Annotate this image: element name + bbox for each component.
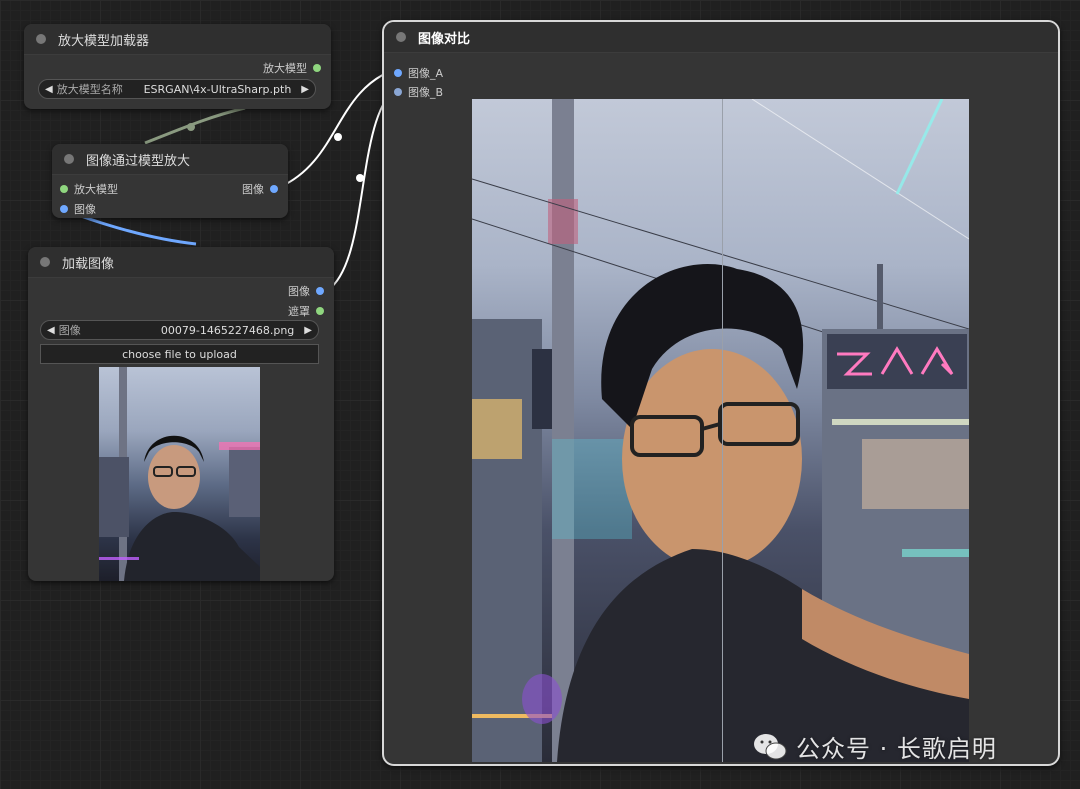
slot-label: 遮罩: [288, 305, 310, 318]
node-upscale-model-loader[interactable]: 放大模型加载器 放大模型 ◀ 放大模型名称 ESRGAN\4x-UltraSha…: [24, 24, 331, 109]
wechat-icon: [754, 733, 787, 759]
slot-label: 图像: [242, 183, 264, 196]
image-preview: [99, 367, 260, 581]
node-upscale-image-by-model[interactable]: 图像通过模型放大 放大模型 图像 图像: [52, 144, 288, 218]
output-slot-image[interactable]: 图像: [242, 181, 278, 197]
input-slot-model[interactable]: 放大模型: [60, 181, 118, 197]
wire-model: [144, 106, 246, 145]
port-dot-icon[interactable]: [394, 88, 402, 96]
compare-slider-line[interactable]: [722, 99, 723, 762]
collapse-dot-icon[interactable]: [36, 34, 46, 44]
choose-file-button[interactable]: choose file to upload: [40, 344, 319, 364]
comparison-image[interactable]: [472, 99, 969, 762]
portrait-thumbnail-graphic: [99, 367, 260, 581]
node-header[interactable]: 图像对比: [384, 22, 1058, 53]
collapse-dot-icon[interactable]: [40, 257, 50, 267]
node-title: 加载图像: [62, 256, 115, 272]
slot-label: 图像: [288, 285, 310, 298]
portrait-comparison-graphic: [472, 99, 969, 762]
node-title: 放大模型加载器: [58, 33, 150, 49]
right-arrow-icon[interactable]: ▶: [301, 84, 309, 95]
node-header[interactable]: 加载图像: [28, 247, 334, 278]
collapse-dot-icon[interactable]: [396, 32, 406, 42]
slot-label: 放大模型: [74, 183, 118, 196]
slot-label: 图像_B: [408, 86, 444, 99]
combo-value: ESRGAN\4x-UltraSharp.pth: [143, 82, 292, 96]
wire-image-to-upscale: [77, 213, 197, 246]
slot-label: 图像: [74, 203, 96, 216]
node-load-image[interactable]: 加载图像 图像 遮罩 ◀ 图像 00079-1465227468.png ▶ c…: [28, 247, 334, 581]
output-slot-model[interactable]: 放大模型: [263, 60, 321, 76]
model-name-combo[interactable]: ◀ 放大模型名称 ESRGAN\4x-UltraSharp.pth ▶: [38, 79, 316, 99]
wire-a-midpoint: [334, 133, 342, 141]
combo-label: 图像: [58, 324, 81, 337]
collapse-dot-icon[interactable]: [64, 154, 74, 164]
output-slot-image[interactable]: 图像: [288, 283, 324, 299]
combo-value: 00079-1465227468.png: [160, 323, 295, 337]
node-title: 图像通过模型放大: [86, 153, 191, 169]
input-slot-image[interactable]: 图像: [60, 201, 96, 217]
port-dot-icon[interactable]: [316, 287, 324, 295]
slot-label: 图像_A: [408, 67, 444, 80]
port-dot-icon[interactable]: [60, 185, 68, 193]
node-header[interactable]: 图像通过模型放大: [52, 144, 288, 175]
node-header[interactable]: 放大模型加载器: [24, 24, 331, 55]
right-arrow-icon[interactable]: ▶: [304, 325, 312, 336]
port-dot-icon[interactable]: [60, 205, 68, 213]
node-image-compare[interactable]: 图像对比 图像_A 图像_B: [382, 20, 1060, 766]
input-slot-image-a[interactable]: 图像_A: [394, 65, 443, 81]
left-arrow-icon[interactable]: ◀: [47, 325, 55, 336]
wire-b-midpoint: [356, 174, 364, 182]
watermark: 公众号 · 长歌启明: [752, 729, 997, 764]
port-dot-icon[interactable]: [313, 64, 321, 72]
port-dot-icon[interactable]: [394, 69, 402, 77]
input-slot-image-b[interactable]: 图像_B: [394, 84, 443, 100]
node-title: 图像对比: [418, 31, 471, 47]
combo-label: 放大模型名称: [56, 83, 123, 96]
image-combo[interactable]: ◀ 图像 00079-1465227468.png ▶: [40, 320, 319, 340]
wire-model-midpoint: [187, 123, 195, 131]
port-dot-icon[interactable]: [316, 307, 324, 315]
output-slot-mask[interactable]: 遮罩: [288, 303, 324, 319]
watermark-text: 公众号 · 长歌启明: [796, 735, 997, 763]
left-arrow-icon[interactable]: ◀: [45, 84, 53, 95]
slot-label: 放大模型: [263, 62, 307, 75]
port-dot-icon[interactable]: [270, 185, 278, 193]
